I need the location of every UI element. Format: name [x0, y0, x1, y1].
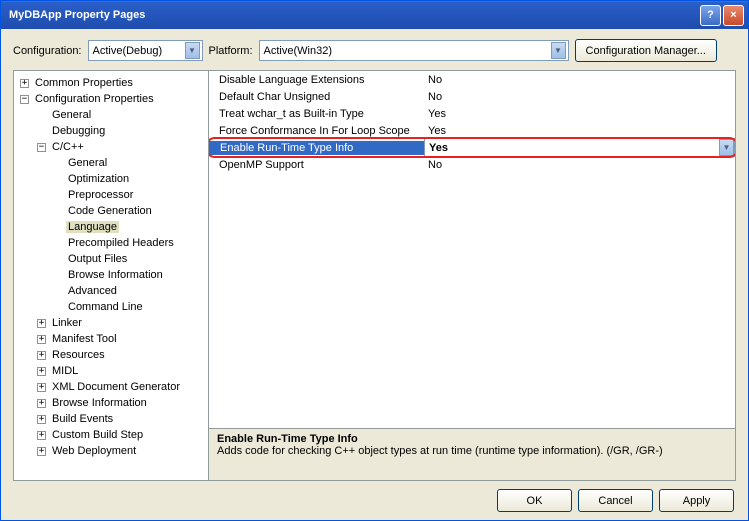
chevron-down-icon: ▼: [719, 139, 734, 156]
tree-item-common-properties[interactable]: +Common Properties: [16, 75, 206, 91]
prop-openmp-support[interactable]: OpenMP Support No: [209, 156, 735, 173]
tree-item-linker[interactable]: +Linker: [16, 315, 206, 331]
tree-item-manifest-tool[interactable]: +Manifest Tool: [16, 331, 206, 347]
prop-treat-wchar-builtin[interactable]: Treat wchar_t as Built-in Type Yes: [209, 105, 735, 122]
description-title: Enable Run-Time Type Info: [217, 433, 727, 445]
plus-icon[interactable]: +: [37, 399, 46, 408]
help-button[interactable]: ?: [700, 5, 721, 26]
tree-item-precompiled-headers[interactable]: Precompiled Headers: [16, 235, 206, 251]
window-title: MyDBApp Property Pages: [5, 9, 698, 21]
chevron-down-icon: ▼: [551, 42, 566, 59]
configuration-value: Active(Debug): [93, 45, 185, 57]
plus-icon[interactable]: +: [37, 367, 46, 376]
plus-icon[interactable]: +: [37, 335, 46, 344]
close-button[interactable]: ×: [723, 5, 744, 26]
tree-item-web-deployment[interactable]: +Web Deployment: [16, 443, 206, 459]
rtti-value-combo[interactable]: Yes ▼: [424, 138, 735, 157]
property-pages-dialog: MyDBApp Property Pages ? × Configuration…: [0, 0, 749, 521]
tree-item-build-events[interactable]: +Build Events: [16, 411, 206, 427]
configuration-label: Configuration:: [13, 45, 82, 57]
tree-item-advanced[interactable]: Advanced: [16, 283, 206, 299]
tree-item-preprocessor[interactable]: Preprocessor: [16, 187, 206, 203]
tree-item-command-line[interactable]: Command Line: [16, 299, 206, 315]
tree-item-configuration-properties[interactable]: −Configuration Properties: [16, 91, 206, 107]
plus-icon[interactable]: +: [37, 383, 46, 392]
tree-item-custom-build-step[interactable]: +Custom Build Step: [16, 427, 206, 443]
configuration-combo[interactable]: Active(Debug) ▼: [88, 40, 203, 61]
tree-item-ccpp-general[interactable]: General: [16, 155, 206, 171]
apply-button[interactable]: Apply: [659, 489, 734, 512]
tree-item-resources[interactable]: +Resources: [16, 347, 206, 363]
tree-item-browse-information[interactable]: Browse Information: [16, 267, 206, 283]
tree-item-browse-information-2[interactable]: +Browse Information: [16, 395, 206, 411]
prop-enable-rtti[interactable]: Enable Run-Time Type Info Yes ▼: [209, 139, 735, 156]
tree-item-optimization[interactable]: Optimization: [16, 171, 206, 187]
tree-item-general[interactable]: General: [16, 107, 206, 123]
tree-item-debugging[interactable]: Debugging: [16, 123, 206, 139]
prop-disable-language-extensions[interactable]: Disable Language Extensions No: [209, 71, 735, 88]
prop-default-char-unsigned[interactable]: Default Char Unsigned No: [209, 88, 735, 105]
platform-combo[interactable]: Active(Win32) ▼: [259, 40, 569, 61]
close-icon: ×: [730, 9, 736, 21]
config-row: Configuration: Active(Debug) ▼ Platform:…: [13, 39, 736, 62]
plus-icon[interactable]: +: [37, 431, 46, 440]
cancel-button[interactable]: Cancel: [578, 489, 653, 512]
main-panel: +Common Properties −Configuration Proper…: [13, 70, 736, 481]
nav-tree[interactable]: +Common Properties −Configuration Proper…: [14, 71, 209, 480]
plus-icon[interactable]: +: [37, 351, 46, 360]
property-panel: Disable Language Extensions No Default C…: [209, 71, 735, 480]
tree-item-xml-document-generator[interactable]: +XML Document Generator: [16, 379, 206, 395]
tree-item-language[interactable]: Language: [16, 219, 206, 235]
plus-icon[interactable]: +: [37, 415, 46, 424]
dialog-buttons: OK Cancel Apply: [13, 481, 736, 512]
help-icon: ?: [707, 9, 714, 21]
tree-item-ccpp[interactable]: −C/C++: [16, 139, 206, 155]
chevron-down-icon: ▼: [185, 42, 200, 59]
minus-icon[interactable]: −: [37, 143, 46, 152]
ok-button[interactable]: OK: [497, 489, 572, 512]
prop-force-conformance-for-loop[interactable]: Force Conformance In For Loop Scope Yes: [209, 122, 735, 139]
tree-item-midl[interactable]: +MIDL: [16, 363, 206, 379]
dialog-content: Configuration: Active(Debug) ▼ Platform:…: [1, 29, 748, 520]
minus-icon[interactable]: −: [20, 95, 29, 104]
plus-icon[interactable]: +: [37, 447, 46, 456]
platform-label: Platform:: [209, 45, 253, 57]
plus-icon[interactable]: +: [37, 319, 46, 328]
platform-value: Active(Win32): [264, 45, 551, 57]
tree-item-output-files[interactable]: Output Files: [16, 251, 206, 267]
description-box: Enable Run-Time Type Info Adds code for …: [209, 428, 735, 480]
tree-item-code-generation[interactable]: Code Generation: [16, 203, 206, 219]
titlebar[interactable]: MyDBApp Property Pages ? ×: [1, 1, 748, 29]
configuration-manager-button[interactable]: Configuration Manager...: [575, 39, 717, 62]
property-list: Disable Language Extensions No Default C…: [209, 71, 735, 428]
plus-icon[interactable]: +: [20, 79, 29, 88]
description-text: Adds code for checking C++ object types …: [217, 445, 727, 457]
